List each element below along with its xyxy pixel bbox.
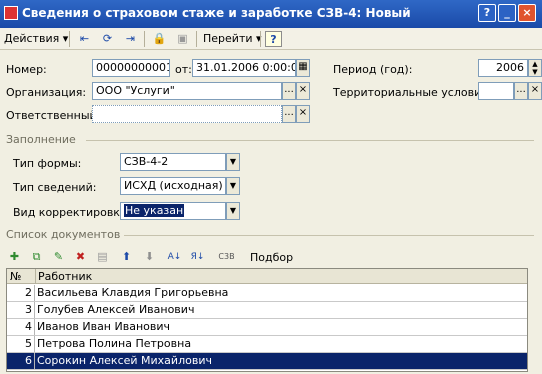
form-type-select[interactable]: СЗВ-4-2 — [120, 153, 226, 171]
move-up-icon[interactable]: ⬆ — [118, 249, 135, 265]
period-field[interactable]: 2006 — [478, 59, 528, 77]
sort-asc-icon[interactable]: A↓ — [166, 249, 183, 265]
from-label: от: — [175, 63, 192, 76]
select-button[interactable]: Подбор — [250, 251, 293, 264]
table-row[interactable]: 2 Васильева Клавдия Григорьевна — [7, 285, 527, 302]
territory-label: Территориальные условия: — [333, 86, 492, 99]
org-label: Организация: — [6, 86, 87, 99]
copy-row-icon[interactable]: ⧉ — [28, 249, 45, 265]
toolbar-separator — [144, 31, 145, 47]
actions-menu[interactable]: Действия ▾ — [4, 31, 68, 47]
chevron-down-icon: ▾ — [62, 32, 69, 45]
correction-value: Не указан — [124, 204, 185, 217]
table-row[interactable]: 5 Петрова Полина Петровна — [7, 336, 527, 353]
number-label: Номер: — [6, 63, 47, 76]
docs-section-title: Список документов — [6, 228, 121, 241]
select-responsible-button[interactable]: ... — [282, 105, 296, 123]
end-edit-icon[interactable]: ▤ — [94, 249, 111, 265]
column-employee[interactable]: Работник — [38, 270, 92, 283]
back-icon[interactable]: ⇤ — [76, 31, 93, 47]
app-icon — [4, 6, 18, 20]
szv4-icon[interactable]: C3B — [218, 249, 235, 265]
row-employee: Иванов Иван Иванович — [37, 320, 170, 333]
date-field[interactable]: 31.01.2006 0:00:00 — [192, 59, 296, 77]
section-divider — [86, 140, 534, 141]
spinner-icon[interactable]: ▲ ▼ — [528, 59, 542, 77]
edit-row-icon[interactable]: ✎ — [50, 249, 67, 265]
chevron-down-icon[interactable]: ▼ — [226, 153, 240, 171]
sort-desc-icon[interactable]: Я↓ — [189, 249, 206, 265]
column-divider — [35, 269, 36, 284]
table-row-selected[interactable]: 6 Сорокин Алексей Михайлович — [7, 353, 527, 370]
row-number: 3 — [7, 302, 35, 318]
table-row[interactable]: 3 Голубев Алексей Иванович — [7, 302, 527, 319]
minimize-button[interactable]: _ — [498, 4, 516, 22]
forward-icon[interactable]: ⇥ — [122, 31, 139, 47]
documents-table: № Работник 2 Васильева Клавдия Григорьев… — [6, 268, 528, 372]
info-type-select[interactable]: ИСХД (исходная) — [120, 177, 226, 195]
help-button[interactable]: ? — [265, 31, 282, 47]
clear-responsible-button[interactable]: × — [296, 105, 310, 123]
row-number: 4 — [7, 319, 35, 335]
row-number: 5 — [7, 336, 35, 352]
row-employee: Петрова Полина Петровна — [37, 337, 192, 350]
close-button[interactable]: × — [518, 4, 536, 22]
chevron-down-icon[interactable]: ▼ — [226, 177, 240, 195]
column-number[interactable]: № — [10, 270, 21, 283]
title-bar: Сведения о страховом стаже и заработке С… — [0, 0, 542, 28]
row-employee: Васильева Клавдия Григорьевна — [37, 286, 229, 299]
lock-icon[interactable]: 🔒 — [151, 31, 168, 47]
toolbar-separator — [196, 31, 197, 47]
add-row-icon[interactable]: ✚ — [6, 249, 23, 265]
responsible-label: Ответственный: — [6, 109, 101, 122]
refresh-icon[interactable]: ⟳ — [99, 31, 116, 47]
window-title: Сведения о страховом стаже и заработке С… — [22, 6, 411, 20]
calendar-icon[interactable]: ▦ — [296, 59, 310, 77]
clear-org-button[interactable]: × — [296, 82, 310, 100]
table-header: № Работник — [7, 269, 527, 284]
territory-field[interactable] — [478, 82, 514, 100]
fill-section-title: Заполнение — [6, 133, 76, 146]
section-divider — [124, 235, 534, 236]
goto-menu[interactable]: Перейти ▾ — [203, 31, 262, 47]
info-type-label: Тип сведений: — [13, 181, 97, 194]
chevron-down-icon[interactable]: ▼ — [226, 202, 240, 220]
save-icon[interactable]: ▣ — [174, 31, 191, 47]
responsible-field[interactable] — [92, 105, 282, 123]
form-type-label: Тип формы: — [13, 157, 82, 170]
table-row[interactable]: 4 Иванов Иван Иванович — [7, 319, 527, 336]
number-field[interactable]: 00000000001 — [92, 59, 170, 77]
move-down-icon[interactable]: ⬇ — [141, 249, 158, 265]
row-number: 2 — [7, 285, 35, 301]
toolbar: Действия ▾ ⇤ ⟳ ⇥ 🔒 ▣ Перейти ▾ ? — [0, 28, 542, 50]
select-territory-button[interactable]: ... — [514, 82, 528, 100]
period-label: Период (год): — [333, 63, 413, 76]
select-org-button[interactable]: ... — [282, 82, 296, 100]
goto-label: Перейти — [203, 32, 253, 45]
correction-label: Вид корректировки: — [13, 206, 131, 219]
delete-row-icon[interactable]: ✖ — [72, 249, 89, 265]
help-window-button[interactable]: ? — [478, 4, 496, 22]
row-employee: Голубев Алексей Иванович — [37, 303, 195, 316]
toolbar-separator — [260, 31, 261, 47]
actions-label: Действия — [4, 32, 60, 45]
org-field[interactable]: ООО "Услуги" — [92, 82, 282, 100]
toolbar-separator — [69, 31, 70, 47]
row-employee: Сорокин Алексей Михайлович — [37, 354, 212, 367]
row-number: 6 — [7, 353, 35, 369]
clear-territory-button[interactable]: × — [528, 82, 542, 100]
correction-select[interactable]: Не указан — [120, 202, 226, 220]
